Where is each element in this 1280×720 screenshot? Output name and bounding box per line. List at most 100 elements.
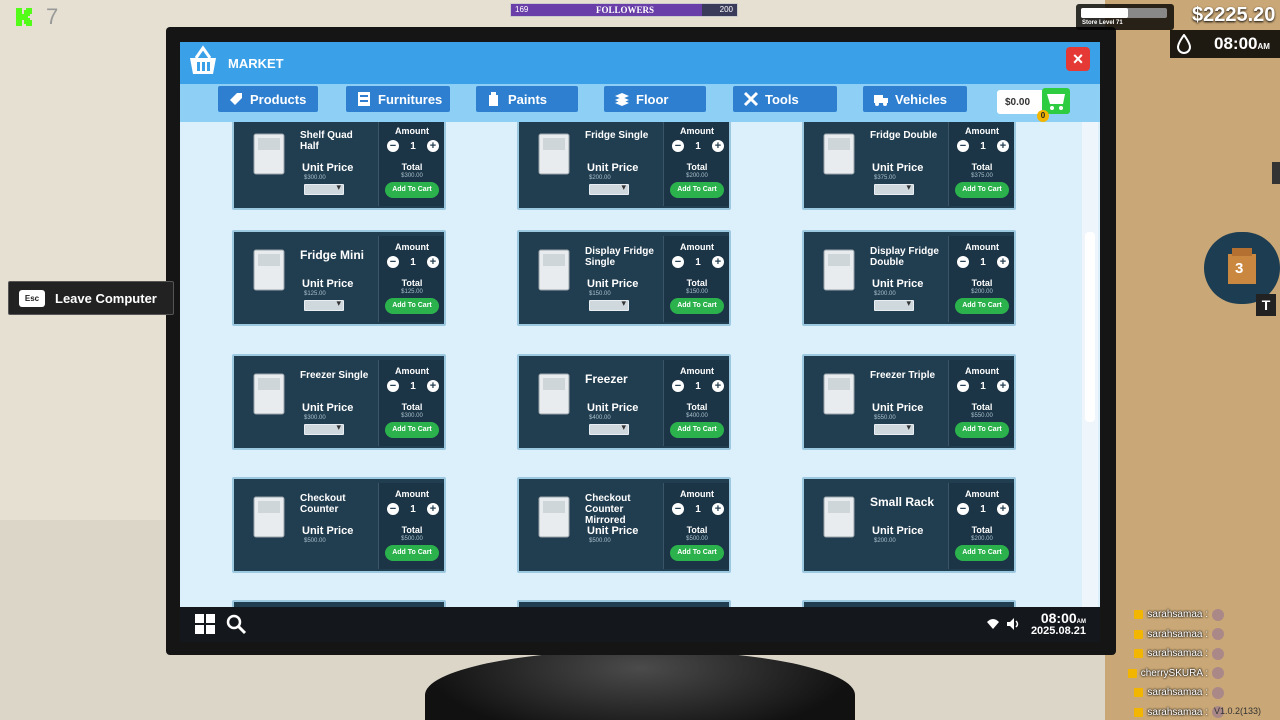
search-icon[interactable]	[225, 613, 247, 635]
decrease-button[interactable]: −	[957, 380, 969, 392]
decrease-button[interactable]: −	[672, 503, 684, 515]
add-to-cart-button[interactable]: Add To Cart	[955, 545, 1009, 561]
product-card-partial[interactable]	[802, 600, 1016, 607]
unit-price-value: $200.00	[874, 538, 896, 544]
product-card[interactable]: Fridge MiniUnit Price$125.00Amount−1+Tot…	[232, 230, 446, 326]
chat-line: sarahsamaa :	[1094, 644, 1224, 664]
variant-select[interactable]	[589, 182, 629, 195]
increase-button[interactable]: +	[427, 503, 439, 515]
tab-paints[interactable]: Paints	[476, 86, 578, 112]
tab-vehicles[interactable]: Vehicles	[863, 86, 967, 112]
increase-button[interactable]: +	[427, 256, 439, 268]
increase-button[interactable]: +	[997, 503, 1009, 515]
product-card[interactable]: Checkout Counter Unit Price $500.00 Amount −…	[232, 477, 446, 573]
store-level-panel: Store Level 71	[1076, 4, 1174, 30]
product-card[interactable]: Freezer TripleUnit Price$550.00Amount−1+…	[802, 354, 1016, 450]
add-to-cart-button[interactable]: Add To Cart	[670, 422, 724, 438]
variant-select[interactable]	[304, 298, 344, 311]
total-value: $300.00	[401, 413, 423, 419]
add-to-cart-button[interactable]: Add To Cart	[670, 182, 724, 198]
add-to-cart-button[interactable]: Add To Cart	[955, 422, 1009, 438]
chat-avatar-icon	[1212, 647, 1224, 660]
product-card[interactable]: FreezerUnit Price$400.00Amount−1+Total$4…	[517, 354, 731, 450]
total-label: Total	[401, 525, 423, 535]
tab-furnitures[interactable]: Furnitures	[346, 86, 450, 112]
add-to-cart-button[interactable]: Add To Cart	[670, 298, 724, 314]
variant-select[interactable]	[304, 182, 344, 195]
store-level-fill	[1081, 8, 1129, 18]
add-to-cart-button[interactable]: Add To Cart	[670, 545, 724, 561]
decrease-button[interactable]: −	[672, 140, 684, 152]
product-card[interactable]: Display Fridge SingleUnit Price$150.00Am…	[517, 230, 731, 326]
variant-select[interactable]	[874, 298, 914, 311]
add-to-cart-button[interactable]: Add To Cart	[955, 298, 1009, 314]
product-card[interactable]: Display Fridge DoubleUnit Price$200.00Am…	[802, 230, 1016, 326]
amount-label: Amount	[965, 489, 999, 499]
followers-label: FOLLOWERS	[595, 5, 654, 15]
add-to-cart-button[interactable]: Add To Cart	[385, 298, 439, 314]
add-to-cart-button[interactable]: Add To Cart	[955, 182, 1009, 198]
leave-computer-button[interactable]: Esc Leave Computer	[8, 281, 174, 315]
scrollbar-thumb[interactable]	[1085, 232, 1095, 422]
decrease-button[interactable]: −	[957, 140, 969, 152]
tab-products[interactable]: Products	[218, 86, 318, 112]
product-card[interactable]: Freezer SingleUnit Price$300.00Amount−1+…	[232, 354, 446, 450]
quantity-value: 1	[695, 140, 701, 152]
decrease-button[interactable]: −	[387, 256, 399, 268]
variant-select[interactable]	[589, 298, 629, 311]
product-card-partial[interactable]	[232, 600, 446, 607]
decrease-button[interactable]: −	[672, 380, 684, 392]
quantity-stepper: −1 +	[957, 379, 1009, 393]
product-grid[interactable]: Shelf Quad HalfUnit Price$300.00Amount−1…	[180, 122, 1082, 607]
product-card[interactable]: Fridge DoubleUnit Price$375.00Amount−1+T…	[802, 122, 1016, 210]
increase-button[interactable]: +	[712, 503, 724, 515]
variant-select[interactable]	[874, 182, 914, 195]
increase-button[interactable]: +	[997, 380, 1009, 392]
increase-button[interactable]: +	[712, 256, 724, 268]
increase-button[interactable]: +	[427, 380, 439, 392]
product-card[interactable]: Fridge SingleUnit Price$200.00Amount−1+T…	[517, 122, 731, 210]
product-name: Display Fridge Single	[585, 246, 654, 268]
followers-goal: 200	[719, 5, 733, 14]
total-label: Total	[686, 402, 708, 412]
tab-tools-label: Tools	[765, 91, 799, 107]
product-name: Checkout Counter	[300, 493, 346, 515]
decrease-button[interactable]: −	[672, 256, 684, 268]
decrease-button[interactable]: −	[387, 140, 399, 152]
increase-button[interactable]: +	[712, 380, 724, 392]
product-card[interactable]: Checkout Counter Mirrored Unit Price $500.…	[517, 477, 731, 573]
quantity-stepper: −1 +	[672, 139, 724, 153]
game-clock: 08:00AM	[1214, 34, 1270, 53]
decrease-button[interactable]: −	[387, 380, 399, 392]
increase-button[interactable]: +	[997, 140, 1009, 152]
variant-select[interactable]	[589, 422, 629, 435]
unit-price-label: Unit Price	[872, 402, 924, 414]
increase-button[interactable]: +	[427, 140, 439, 152]
add-to-cart-button[interactable]: Add To Cart	[385, 422, 439, 438]
unit-price-label: Unit Price	[872, 162, 924, 174]
product-name: Fridge Mini	[300, 248, 364, 262]
tab-floor[interactable]: Floor	[604, 86, 706, 112]
quantity-value: 1	[410, 380, 416, 392]
shelf-icon	[358, 92, 370, 106]
increase-button[interactable]: +	[997, 256, 1009, 268]
decrease-button[interactable]: −	[387, 503, 399, 515]
add-to-cart-button[interactable]: Add To Cart	[385, 182, 439, 198]
quantity-stepper: −1 +	[672, 502, 724, 516]
product-card-partial[interactable]	[517, 600, 731, 607]
start-menu-icon[interactable]	[194, 613, 216, 635]
tab-tools[interactable]: Tools	[733, 86, 837, 112]
add-to-cart-button[interactable]: Add To Cart	[385, 545, 439, 561]
variant-select[interactable]	[304, 422, 344, 435]
increase-button[interactable]: +	[712, 140, 724, 152]
kick-logo-icon	[16, 8, 32, 26]
quantity-value: 1	[980, 140, 986, 152]
amount-label: Amount	[965, 126, 999, 136]
decrease-button[interactable]: −	[957, 256, 969, 268]
product-card[interactable]: Shelf Quad HalfUnit Price$300.00Amount−1…	[232, 122, 446, 210]
decrease-button[interactable]: −	[957, 503, 969, 515]
total-label: Total	[686, 162, 708, 172]
variant-select[interactable]	[874, 422, 914, 435]
product-card[interactable]: Small Rack Unit Price $200.00 Amount −1 + Tota…	[802, 477, 1016, 573]
close-button[interactable]: ×	[1066, 47, 1090, 71]
